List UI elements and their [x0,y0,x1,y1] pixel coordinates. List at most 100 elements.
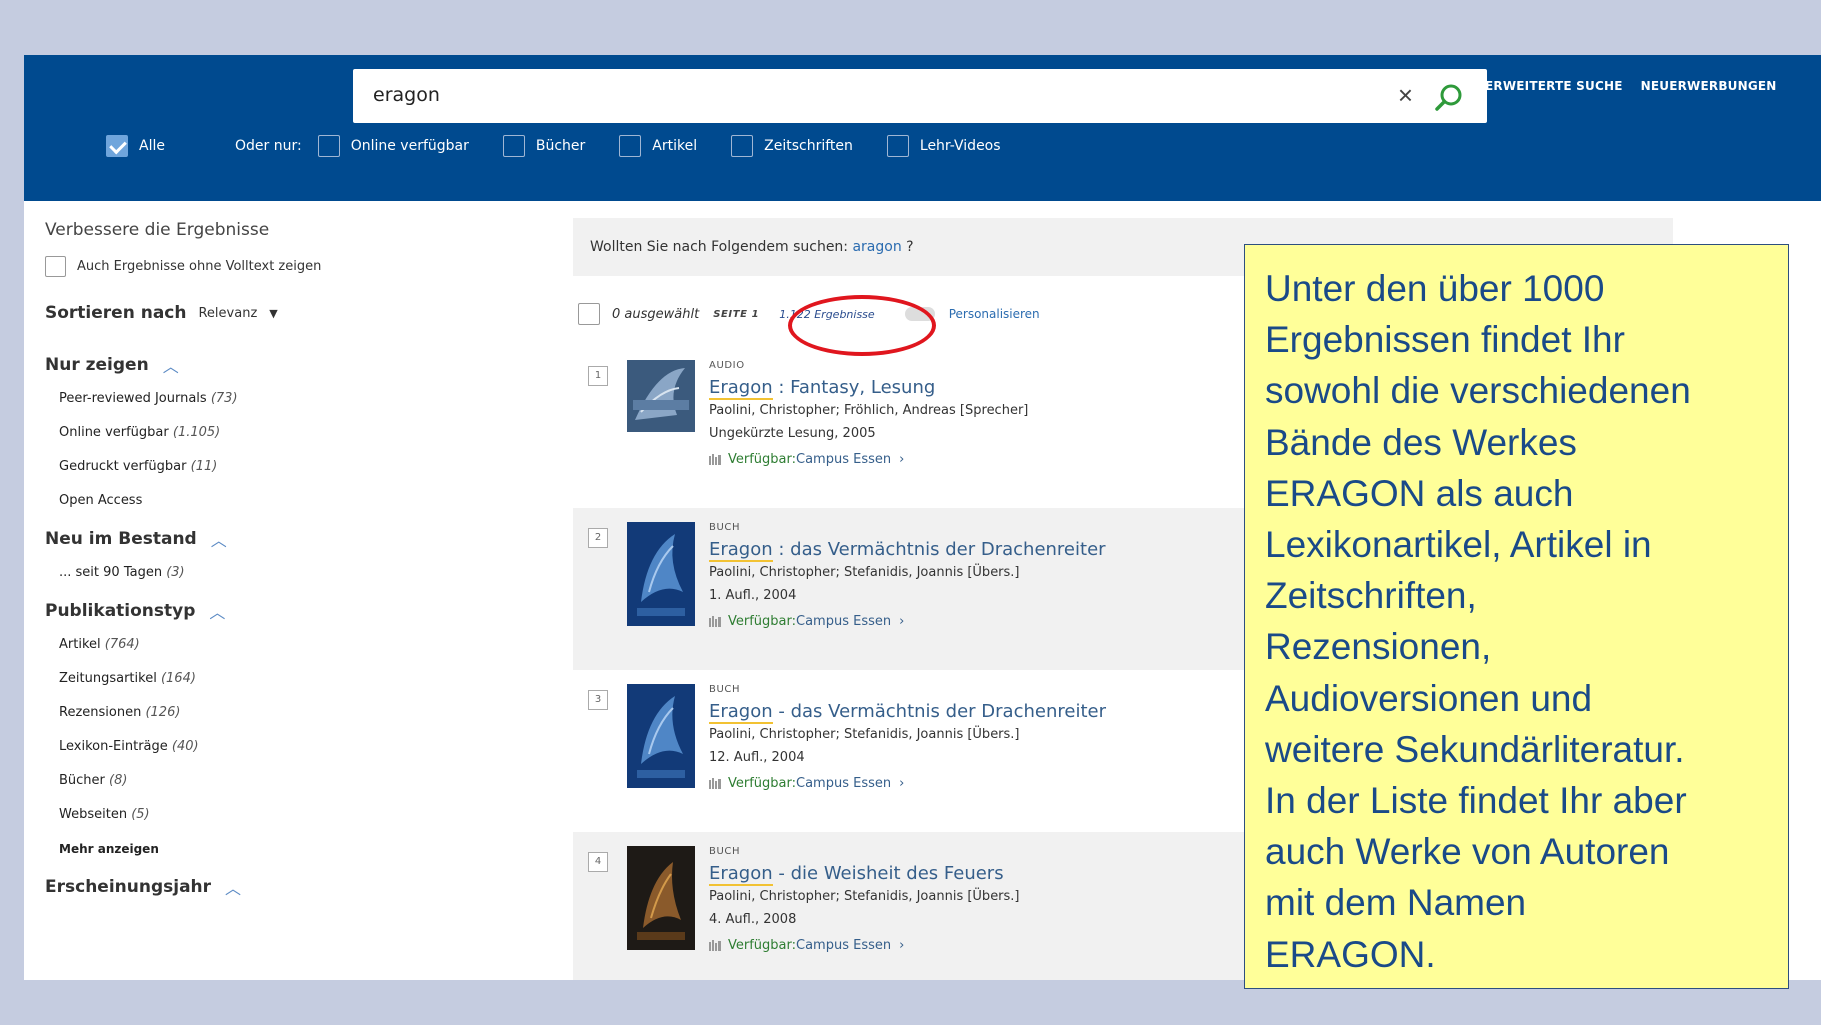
filter-journals[interactable]: Zeitschriften [731,135,853,157]
facet-item[interactable]: Peer-reviewed Journals (73) [59,389,485,423]
result-title[interactable]: Eragon - die Weisheit des Feuers [709,863,1004,886]
search-input[interactable]: eragon [373,84,440,106]
chevron-up-icon[interactable]: ︿ [225,875,241,899]
result-authors: Paolini, Christopher; Stefanidis, Joanni… [709,889,1020,904]
did-you-mean-link[interactable]: aragon [852,239,901,255]
top-links: ERWEITERTE SUCHE NEUERWERBUNGEN [1485,79,1777,93]
format-filter-row: Alle Oder nur: Online verfügbar Bücher A… [106,135,1035,157]
availability-link[interactable]: Verfügbar: Campus Essen › [709,776,904,791]
filter-articles[interactable]: Artikel [619,135,697,157]
annotation-callout: Unter den über 1000 Ergebnissen findet I… [1244,244,1789,989]
facet-head-show-only[interactable]: Nur zeigen ︿ [45,353,485,377]
result-type: BUCH [709,522,741,533]
personalize-label[interactable]: Personalisieren [949,307,1040,321]
result-edition: 12. Aufl., 2004 [709,750,805,765]
callout-line: ERAGON. [1265,933,1436,975]
result-title[interactable]: Eragon - das Vermächtnis der Drachenreit… [709,701,1106,724]
result-title[interactable]: Eragon : Fantasy, Lesung [709,377,935,400]
result-number[interactable]: 2 [588,528,608,548]
facet-item[interactable]: Online verfügbar (1.105) [59,423,485,457]
facet-item[interactable]: Open Access [59,491,485,525]
availability-location: Campus Essen [796,938,892,953]
cover-thumbnail [627,684,695,788]
close-icon[interactable]: × [1398,81,1413,109]
show-more-link[interactable]: Mehr anzeigen [59,839,485,873]
callout-line: sowohl die verschiedenen [1265,370,1691,412]
sort-dropdown[interactable]: Relevanz [198,306,257,321]
chevron-up-icon[interactable]: ︿ [163,353,179,377]
callout-line: Bände des Werkes [1265,421,1577,463]
facet-head-new[interactable]: Neu im Bestand ︿ [45,527,485,551]
filter-online[interactable]: Online verfügbar [317,135,469,157]
facet-head-pubtype[interactable]: Publikationstyp ︿ [45,599,485,623]
callout-line: Unter den über 1000 [1265,268,1605,309]
callout-line: Rezensionen, [1265,626,1492,668]
advanced-search-link[interactable]: ERWEITERTE SUCHE [1485,79,1623,93]
checkbox-books[interactable] [502,135,525,157]
result-type: AUDIO [709,360,745,371]
facet-item[interactable]: ... seit 90 Tagen (3) [59,563,485,597]
selected-count: 0 ausgewählt [612,306,700,322]
availability-location: Campus Essen [796,776,892,791]
did-you-mean-suffix: ? [906,239,914,255]
did-you-mean-prefix: Wollten Sie nach Folgendem suchen: [590,239,849,255]
callout-line: Lexikonartikel, Artikel in [1265,524,1652,566]
filter-all[interactable]: Alle [106,135,165,157]
chevron-up-icon[interactable]: ︿ [209,599,225,623]
shelf-icon [709,616,721,627]
facet-item[interactable]: Bücher (8) [59,771,485,805]
availability-link[interactable]: Verfügbar: Campus Essen › [709,938,904,953]
facet-list-new: ... seit 90 Tagen (3) [45,563,485,597]
refine-title: Verbessere die Ergebnisse [45,220,270,240]
facet-head-year[interactable]: Erscheinungsjahr ︿ [45,875,485,899]
chevron-right-icon: › [899,938,905,953]
checkbox-videos[interactable] [886,135,909,157]
result-number[interactable]: 1 [588,366,608,386]
sort-row: Sortieren nach Relevanz ▼ [45,303,485,323]
facet-title: Erscheinungsjahr [45,877,212,897]
availability-status: Verfügbar: [728,938,797,953]
result-edition: 1. Aufl., 2004 [709,588,797,603]
result-number[interactable]: 4 [588,852,608,872]
availability-status: Verfügbar: [728,452,797,467]
fulltext-toggle[interactable]: Auch Ergebnisse ohne Volltext zeigen [45,256,485,277]
facet-item[interactable]: Webseiten (5) [59,805,485,839]
result-authors: Paolini, Christopher; Stefanidis, Joanni… [709,565,1020,580]
caret-down-icon[interactable]: ▼ [269,307,277,320]
fulltext-label: Auch Ergebnisse ohne Volltext zeigen [77,259,322,274]
facet-item[interactable]: Rezensionen (126) [59,703,485,737]
facet-item[interactable]: Artikel (764) [59,635,485,669]
filter-online-label: Online verfügbar [350,138,469,154]
result-type: BUCH [709,846,741,857]
facet-item[interactable]: Lexikon-Einträge (40) [59,737,485,771]
checkbox-articles[interactable] [619,135,642,157]
filter-all-label: Alle [139,138,165,154]
search-header: eragon × ERWEITERTE SUCHE NEUERWERBUNGEN… [24,55,1821,201]
checkbox-select-all[interactable] [578,303,600,325]
sort-label: Sortieren nach [45,303,187,323]
chevron-right-icon: › [899,614,905,629]
checkbox-online[interactable] [317,135,340,157]
facet-sidebar: Verbessere die Ergebnisse Auch Ergebniss… [45,220,485,899]
filter-videos[interactable]: Lehr-Videos [886,135,1001,157]
chevron-right-icon: › [899,776,905,791]
result-title[interactable]: Eragon : das Vermächtnis der Drachenreit… [709,539,1106,562]
facet-list-show-only: Peer-reviewed Journals (73) Online verfü… [45,389,485,525]
checkbox-fulltext[interactable] [45,256,66,277]
facet-item[interactable]: Gedruckt verfügbar (11) [59,457,485,491]
callout-line: auch Werke von Autoren [1265,831,1670,873]
chevron-up-icon[interactable]: ︿ [211,527,227,551]
checkbox-journals[interactable] [731,135,754,157]
facet-item[interactable]: Zeitungsartikel (164) [59,669,485,703]
new-acquisitions-link[interactable]: NEUERWERBUNGEN [1641,79,1777,93]
checkbox-all[interactable] [106,135,128,157]
result-number[interactable]: 3 [588,690,608,710]
facet-title: Nur zeigen [45,355,149,375]
search-icon[interactable] [1433,82,1465,114]
callout-line: weitere Sekundärliteratur. [1265,728,1685,770]
availability-link[interactable]: Verfügbar: Campus Essen › [709,452,904,467]
facet-title: Publikationstyp [45,601,196,621]
search-box[interactable]: eragon × [353,69,1487,123]
filter-books[interactable]: Bücher [502,135,585,157]
availability-link[interactable]: Verfügbar: Campus Essen › [709,614,904,629]
